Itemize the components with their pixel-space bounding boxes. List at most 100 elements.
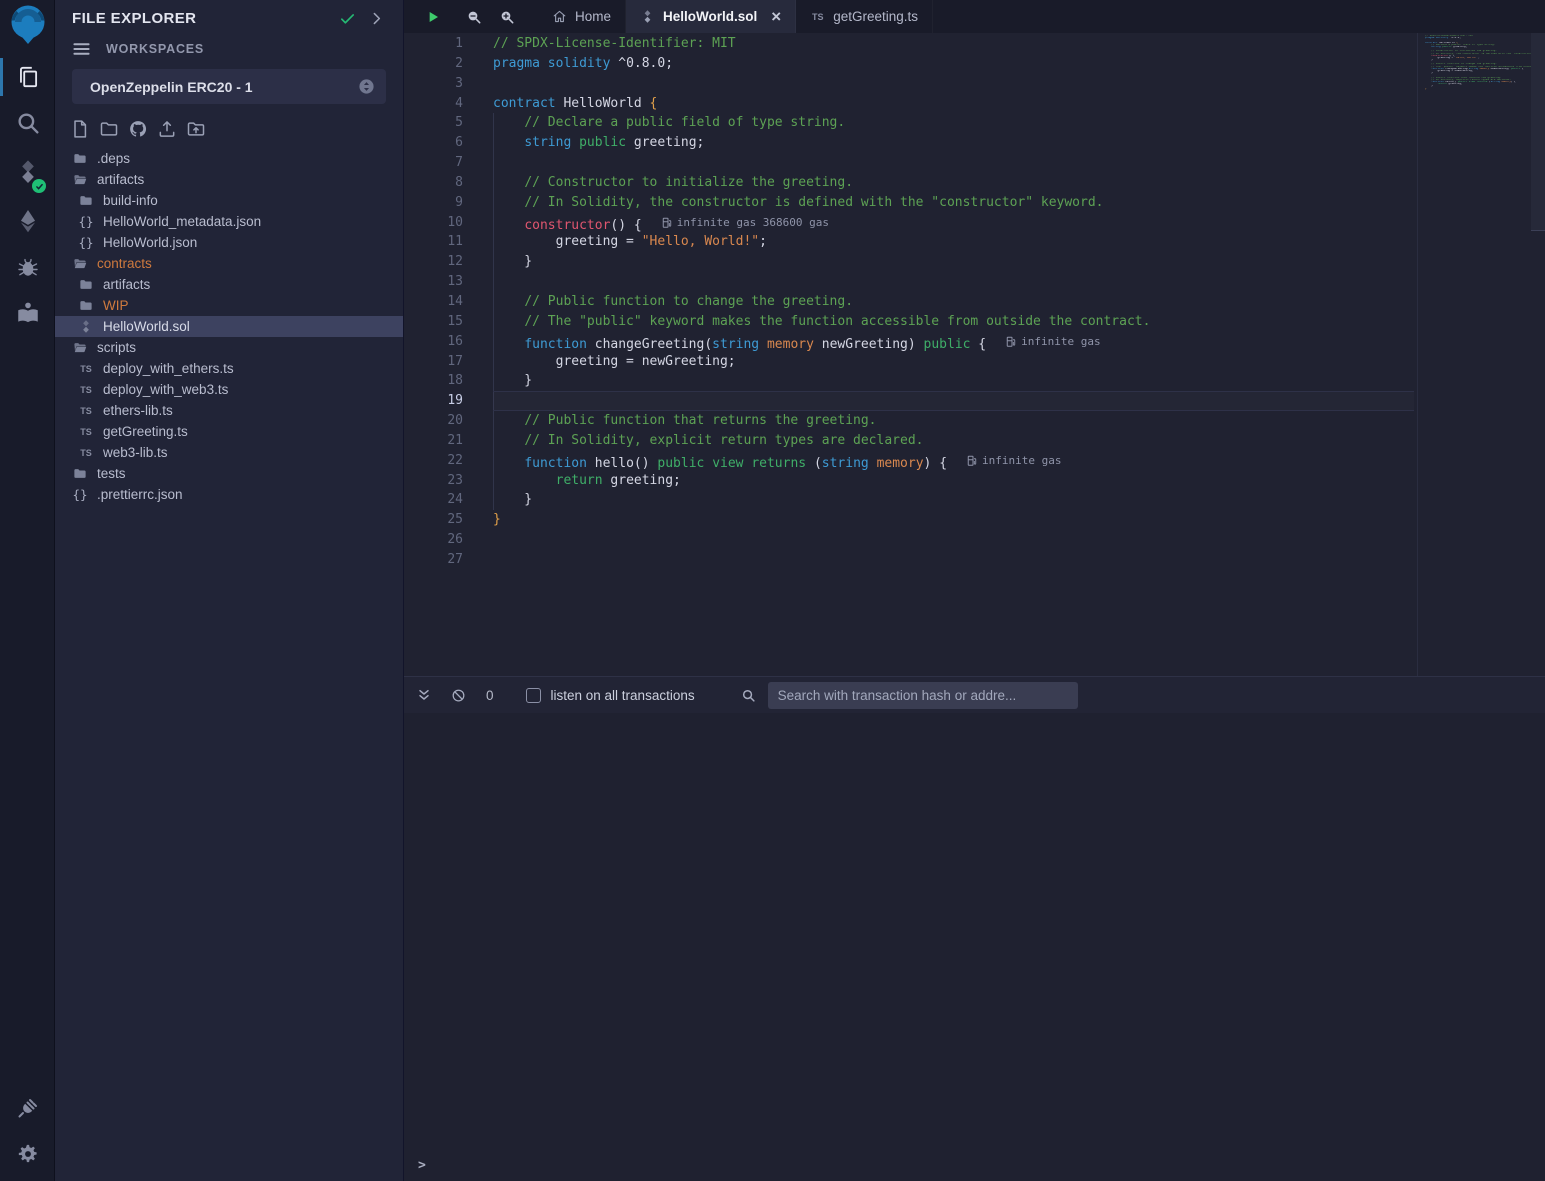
code-line[interactable]: 16 function changeGreeting(string memory…: [404, 332, 1413, 352]
line-number: 21: [404, 431, 493, 451]
code-line[interactable]: 26: [404, 530, 1413, 550]
tree-item-deploy-with-web3-ts[interactable]: TSdeploy_with_web3.ts: [55, 379, 403, 400]
code-line[interactable]: 6 string public greeting;: [404, 133, 1413, 153]
hamburger-menu-icon[interactable]: [72, 41, 91, 57]
tree-item-deps[interactable]: .deps: [55, 148, 403, 169]
tree-item-artifacts[interactable]: artifacts: [55, 274, 403, 295]
code-line[interactable]: 21 // In Solidity, explicit return types…: [404, 431, 1413, 451]
gas-estimate-widget[interactable]: infinite gas: [967, 451, 1061, 471]
terminal-output[interactable]: >: [404, 713, 1545, 1181]
remix-logo[interactable]: [0, 0, 55, 54]
code-line[interactable]: 17 greeting = newGreeting;: [404, 352, 1413, 372]
tree-item-web3-lib-ts[interactable]: TSweb3-lib.ts: [55, 442, 403, 463]
code-line[interactable]: 5 // Declare a public field of type stri…: [404, 113, 1413, 133]
tree-item-build-info[interactable]: build-info: [55, 190, 403, 211]
code-line[interactable]: 23 return greeting;: [404, 471, 1413, 491]
sidebar-item-solidity-compiler[interactable]: [0, 146, 55, 198]
line-number: 9: [404, 193, 493, 213]
sidebar-item-deploy-and-run[interactable]: [0, 198, 55, 244]
tree-item-label: deploy_with_ethers.ts: [103, 361, 234, 376]
terminal-expand-icon[interactable]: [416, 687, 432, 703]
code-line-content: }: [493, 510, 501, 530]
workspace-selected-value: OpenZeppelin ERC20 - 1: [90, 79, 358, 95]
editor-scrollbar-thumb[interactable]: [1531, 33, 1545, 231]
tree-item-getgreeting-ts[interactable]: TSgetGreeting.ts: [55, 421, 403, 442]
tree-item-label: HelloWorld_metadata.json: [103, 214, 261, 229]
search-icon: [15, 110, 41, 136]
code-line[interactable]: 9 // In Solidity, the constructor is def…: [404, 193, 1413, 213]
code-line[interactable]: 20 // Public function that returns the g…: [404, 411, 1413, 431]
tree-item-deploy-with-ethers-ts[interactable]: TSdeploy_with_ethers.ts: [55, 358, 403, 379]
close-tab-icon[interactable]: ×: [771, 8, 781, 25]
line-number: 4: [404, 94, 493, 114]
tree-item-wip[interactable]: WIP: [55, 295, 403, 316]
code-line[interactable]: 24 }: [404, 490, 1413, 510]
tab-home[interactable]: Home: [538, 0, 626, 33]
chevron-right-icon[interactable]: [368, 10, 385, 27]
gas-estimate-widget[interactable]: infinite gas 368600 gas: [662, 213, 829, 233]
folder-closed-icon: [78, 298, 94, 313]
sidebar-item-settings[interactable]: [0, 1131, 55, 1177]
tab-helloworld-sol[interactable]: HelloWorld.sol×: [626, 0, 796, 33]
tree-item-scripts[interactable]: scripts: [55, 337, 403, 358]
tree-item-artifacts[interactable]: artifacts: [55, 169, 403, 190]
line-number: 15: [404, 312, 493, 332]
code-line[interactable]: 12 }: [404, 252, 1413, 272]
code-line[interactable]: 4contract HelloWorld {: [404, 94, 1413, 114]
sidebar-item-file-explorer[interactable]: [0, 54, 55, 100]
tree-item-tests[interactable]: tests: [55, 463, 403, 484]
code-line[interactable]: 15 // The "public" keyword makes the fun…: [404, 312, 1413, 332]
tree-item-ethers-lib-ts[interactable]: TSethers-lib.ts: [55, 400, 403, 421]
gas-estimate-widget[interactable]: infinite gas: [1006, 332, 1100, 352]
code-line[interactable]: 2pragma solidity ^0.8.0;: [404, 54, 1413, 74]
new-file-icon[interactable]: [70, 119, 90, 139]
code-line-content: // In Solidity, the constructor is defin…: [493, 193, 1104, 213]
tree-item-contracts[interactable]: contracts: [55, 253, 403, 274]
code-line[interactable]: 22 function hello() public view returns …: [404, 451, 1413, 471]
code-editor[interactable]: 1// SPDX-License-Identifier: MIT2pragma …: [404, 33, 1545, 676]
code-line[interactable]: 3: [404, 74, 1413, 94]
sidebar-item-debugger[interactable]: [0, 244, 55, 290]
code-line[interactable]: 18 }: [404, 371, 1413, 391]
code-line[interactable]: 13: [404, 272, 1413, 292]
tab-getgreeting-ts[interactable]: TSgetGreeting.ts: [796, 0, 933, 33]
workspace-check-icon[interactable]: [339, 10, 356, 27]
line-number: 12: [404, 252, 493, 272]
zoom-in-icon[interactable]: [499, 9, 515, 25]
tree-item-helloworld-metadata-json[interactable]: {}HelloWorld_metadata.json: [55, 211, 403, 232]
tree-item-helloworld-json[interactable]: {}HelloWorld.json: [55, 232, 403, 253]
gas-icon: [1006, 336, 1016, 348]
compile-success-badge: [32, 179, 46, 193]
code-line[interactable]: 27: [404, 550, 1413, 570]
sidebar-item-learneth[interactable]: [0, 290, 55, 336]
sidebar-item-search[interactable]: [0, 100, 55, 146]
code-line[interactable]: 1// SPDX-License-Identifier: MIT: [404, 34, 1413, 54]
terminal-search-input[interactable]: [768, 682, 1078, 709]
code-line[interactable]: 14 // Public function to change the gree…: [404, 292, 1413, 312]
code-line[interactable]: 11 greeting = "Hello, World!";: [404, 232, 1413, 252]
editor-tab-bar: HomeHelloWorld.sol×TSgetGreeting.ts: [404, 0, 1545, 33]
upload-folder-icon[interactable]: [186, 119, 206, 139]
code-line[interactable]: 19: [404, 391, 1413, 411]
zoom-out-icon[interactable]: [466, 9, 482, 25]
ts-icon: TS: [810, 9, 825, 24]
code-line[interactable]: 10 constructor() {infinite gas 368600 ga…: [404, 213, 1413, 233]
github-icon[interactable]: [128, 119, 148, 139]
clear-console-icon[interactable]: [451, 688, 466, 703]
workspace-select[interactable]: OpenZeppelin ERC20 - 1: [72, 69, 386, 104]
code-line[interactable]: 8 // Constructor to initialize the greet…: [404, 173, 1413, 193]
code-line[interactable]: 7: [404, 153, 1413, 173]
tree-item-prettierrc-json[interactable]: {}.prettierrc.json: [55, 484, 403, 505]
run-script-button[interactable]: [425, 9, 441, 25]
code-line-content: greeting = "Hello, World!";: [493, 232, 767, 252]
tree-item-helloworld-sol[interactable]: HelloWorld.sol: [55, 316, 403, 337]
sidebar-item-plugin-manager[interactable]: [0, 1085, 55, 1131]
line-number: 27: [404, 550, 493, 570]
line-number: 3: [404, 74, 493, 94]
upload-file-icon[interactable]: [157, 119, 177, 139]
new-folder-icon[interactable]: [99, 119, 119, 139]
listen-checkbox[interactable]: [526, 688, 541, 703]
code-line[interactable]: 25}: [404, 510, 1413, 530]
minimap[interactable]: // SPDX-License-Identifier: MITpragma so…: [1417, 33, 1531, 676]
line-number: 5: [404, 113, 493, 133]
